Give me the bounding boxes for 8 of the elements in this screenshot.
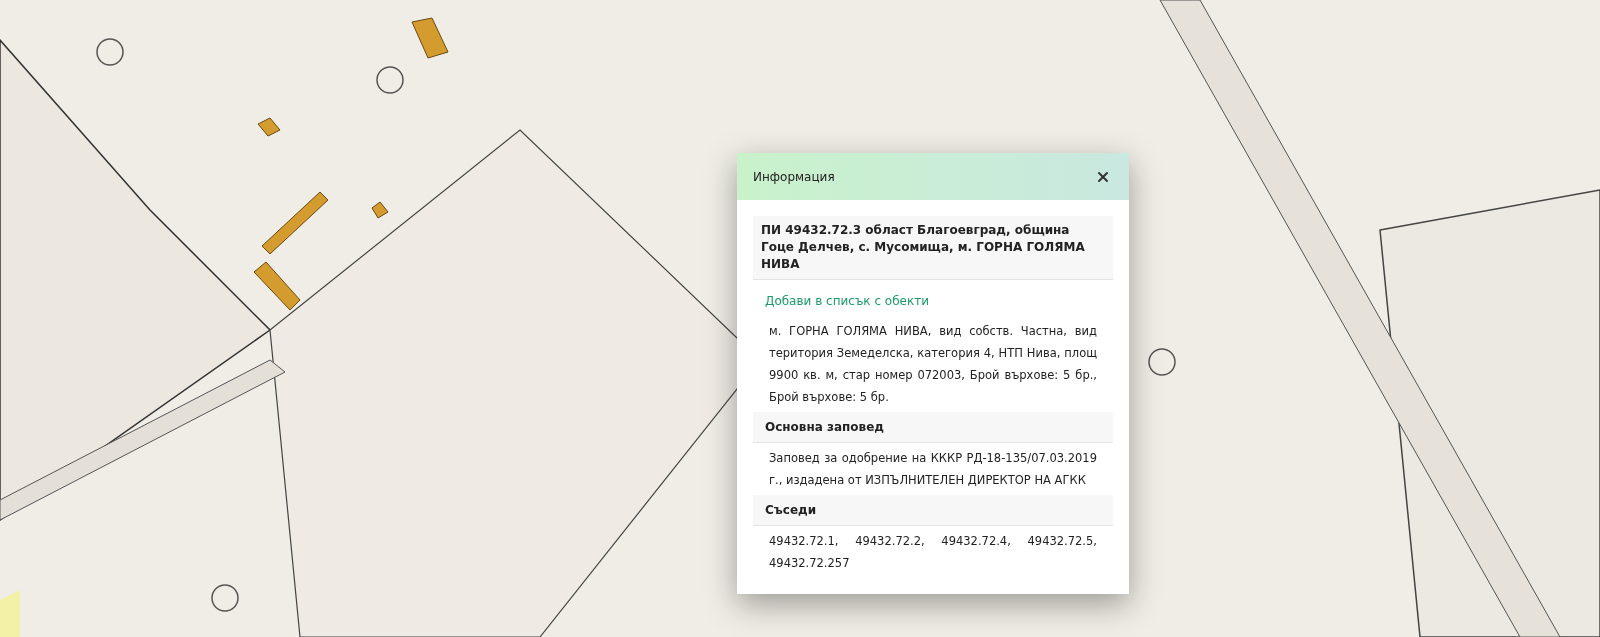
popup-title: Информация bbox=[753, 168, 835, 186]
parcel-description: м. ГОРНА ГОЛЯМА НИВА, вид собств. Частна, вид територия Земеделска, категория 4, НТП Нива, площ 9900 кв. м, стар номер 072003, Брой върхове: 5 бр., Брой върхове: 5 бр. bbox=[768, 323, 1098, 406]
add-to-list-link[interactable]: Добави в списък с обекти bbox=[765, 292, 929, 310]
section-text: 49432.72.1, 49432.72.2, 49432.72.4, 49432.72.5, 49432.72.257 bbox=[768, 533, 1098, 572]
section-heading: Основна заповед bbox=[753, 412, 1113, 443]
section-text: Заповед за одобрение на КККР РД-18-135/07.03.2019 г., издадена от ИЗПЪЛНИТЕЛЕН ДИРЕКТОР НА АГКК bbox=[768, 450, 1098, 489]
section-heading: Съседи bbox=[753, 495, 1113, 526]
parcel-title: ПИ 49432.72.3 област Благоевград, община Гоце Делчев, с. Мусомища, м. ГОРНА ГОЛЯМА НИВА bbox=[753, 216, 1113, 280]
